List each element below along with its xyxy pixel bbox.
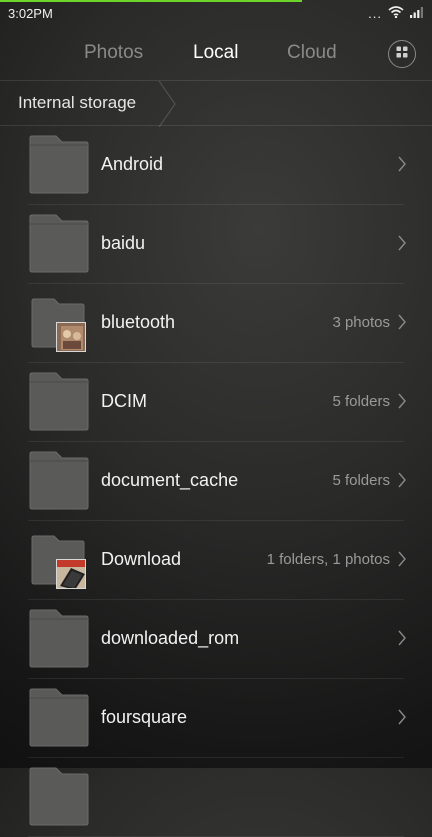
folder-icon <box>28 607 90 669</box>
tab-local[interactable]: Local <box>193 42 238 64</box>
folder-name: DCIM <box>101 391 147 411</box>
grid-view-button[interactable] <box>388 40 416 68</box>
folder-name: Download <box>101 549 182 569</box>
folder-icon <box>28 686 90 748</box>
folder-row-document-cache[interactable]: document_cache 5 folders <box>0 442 432 521</box>
folder-name: foursquare <box>101 707 188 727</box>
signal-icon <box>410 6 424 21</box>
chevron-right-icon <box>398 709 406 730</box>
photo-thumbnail <box>56 322 86 352</box>
folder-meta: 5 folders <box>332 472 390 489</box>
breadcrumb-internal-storage[interactable]: Internal storage <box>18 93 136 113</box>
status-bar: 3:02PM ... <box>0 0 432 26</box>
photo-thumbnail <box>56 559 86 589</box>
folder-row-partial[interactable] <box>0 758 432 837</box>
chevron-right-icon <box>398 630 406 651</box>
chevron-right-icon <box>398 472 406 493</box>
status-icons: ... <box>368 6 424 21</box>
folder-icon <box>28 765 90 827</box>
folder-name: baidu <box>101 233 146 253</box>
status-dots: ... <box>368 5 382 21</box>
folder-name: Android <box>101 154 164 174</box>
tab-cloud[interactable]: Cloud <box>287 42 337 64</box>
wifi-icon <box>388 5 404 21</box>
folder-row-bluetooth[interactable]: bluetooth 3 photos <box>0 284 432 363</box>
folder-row-download[interactable]: Download 1 folders, 1 photos <box>0 521 432 600</box>
folder-meta: 1 folders, 1 photos <box>266 551 390 568</box>
folder-meta: 5 folders <box>332 393 390 410</box>
tab-photos[interactable]: Photos <box>84 42 143 64</box>
folder-icon <box>28 449 90 511</box>
folder-row-downloaded-rom[interactable]: downloaded_rom <box>0 600 432 679</box>
folder-name: document_cache <box>101 470 239 490</box>
chevron-right-icon <box>398 551 406 572</box>
folder-row-baidu[interactable]: baidu <box>0 205 432 284</box>
chevron-right-icon <box>398 156 406 177</box>
folder-icon <box>28 370 90 432</box>
folder-icon <box>28 133 90 195</box>
folder-icon <box>28 212 90 274</box>
chevron-right-icon <box>398 314 406 335</box>
chevron-right-icon <box>398 393 406 414</box>
folder-name: downloaded_rom <box>101 628 240 648</box>
breadcrumb-separator-icon <box>158 80 178 132</box>
grid-view-icon <box>396 45 408 63</box>
folder-meta: 3 photos <box>332 314 390 331</box>
folder-name: bluetooth <box>101 312 176 332</box>
folder-row-android[interactable]: Android <box>0 126 432 205</box>
status-time: 3:02PM <box>8 5 53 21</box>
breadcrumb: Internal storage <box>0 80 432 128</box>
tab-bar: Photos Local Cloud <box>0 36 432 74</box>
folder-list: Android baidu bluetooth 3 photos DCIM 5 … <box>0 126 432 837</box>
folder-row-foursquare[interactable]: foursquare <box>0 679 432 758</box>
chevron-right-icon <box>398 235 406 256</box>
folder-row-dcim[interactable]: DCIM 5 folders <box>0 363 432 442</box>
